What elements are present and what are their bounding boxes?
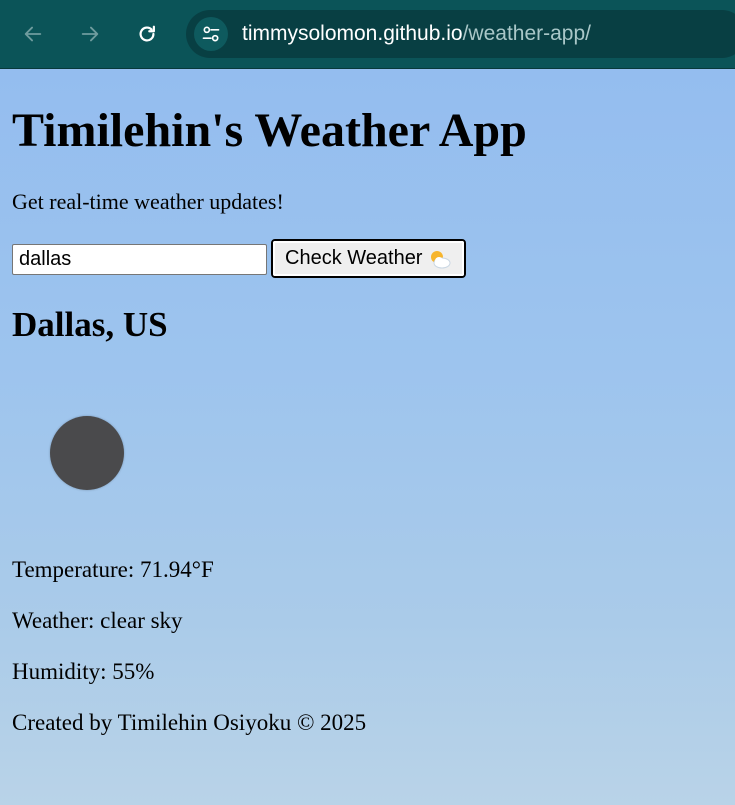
arrow-left-icon xyxy=(24,26,42,42)
humidity-text: Humidity: 55% xyxy=(12,659,155,684)
temperature-text: Temperature: 71.94°F xyxy=(12,557,214,582)
city-search-input[interactable] xyxy=(12,244,267,275)
page-viewport: Timilehin's Weather App Get real-time we… xyxy=(0,69,735,805)
site-info-button[interactable] xyxy=(194,17,228,51)
city-name: Dallas, US xyxy=(12,305,168,344)
tune-icon xyxy=(202,26,220,42)
back-button[interactable] xyxy=(18,19,48,49)
check-weather-button[interactable]: Check Weather xyxy=(271,239,467,278)
forward-button[interactable] xyxy=(75,19,105,49)
sun-behind-cloud-icon xyxy=(428,249,452,269)
browser-toolbar: timmysolomon.github.io/weather-app/ xyxy=(0,0,735,69)
page-title: Timilehin's Weather App xyxy=(12,104,527,157)
weather-icon xyxy=(50,416,124,490)
footer-credit: Created by Timilehin Osiyoku © 2025 xyxy=(12,710,367,735)
address-bar[interactable]: timmysolomon.github.io/weather-app/ xyxy=(186,10,735,58)
url-text: timmysolomon.github.io/weather-app/ xyxy=(242,21,591,47)
page-subtitle: Get real-time weather updates! xyxy=(12,189,284,214)
check-weather-label: Check Weather xyxy=(285,247,423,269)
weather-description-text: Weather: clear sky xyxy=(12,608,183,633)
arrow-right-icon xyxy=(81,26,99,42)
reload-icon xyxy=(139,25,155,42)
reload-button[interactable] xyxy=(132,19,162,49)
url-host: timmysolomon.github.io xyxy=(242,22,463,45)
url-path: /weather-app/ xyxy=(462,22,592,45)
